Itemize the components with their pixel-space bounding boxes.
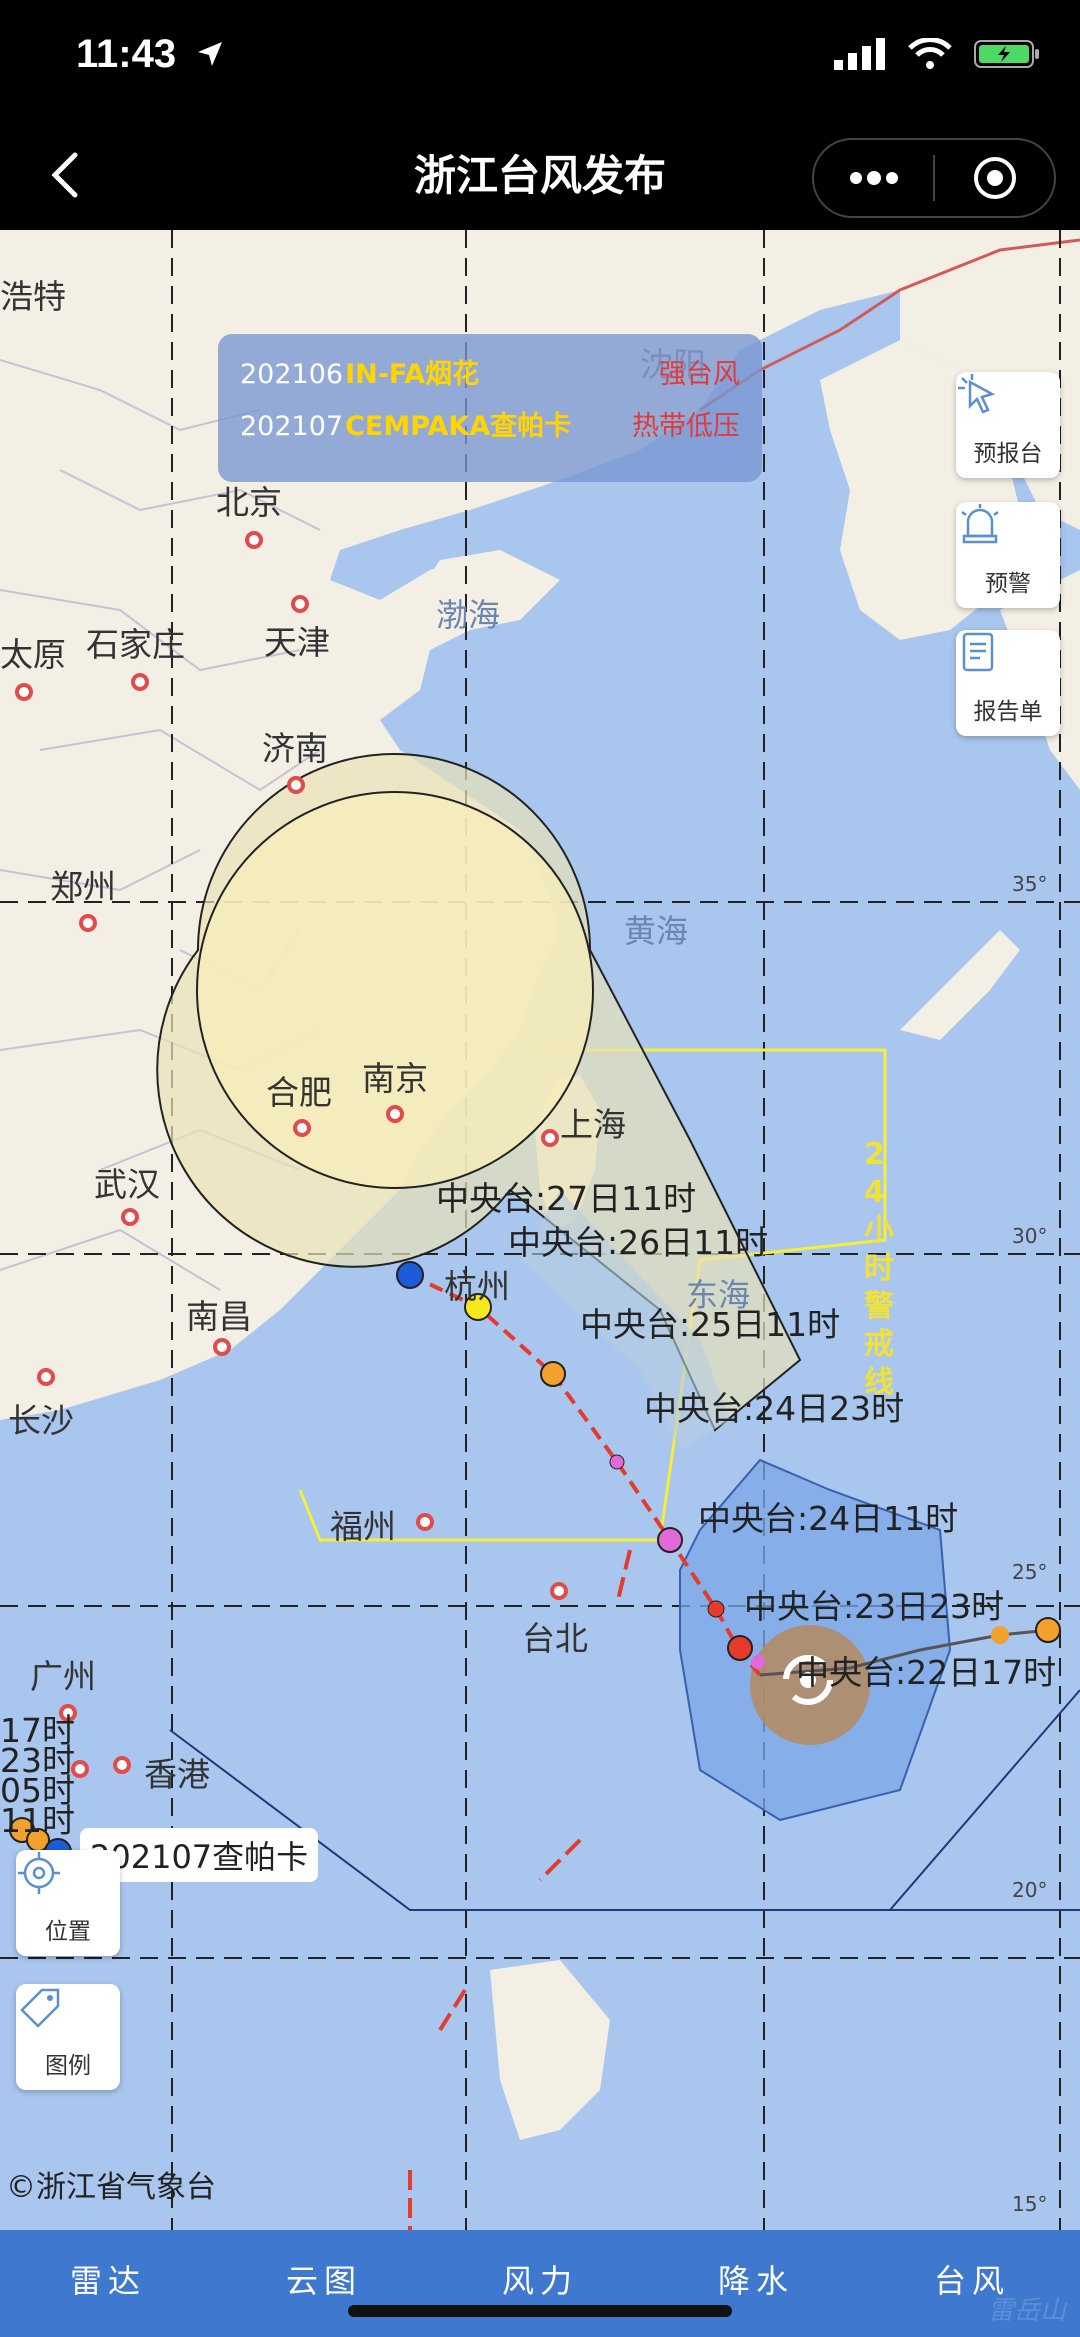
lat-25: 25° xyxy=(1012,1560,1048,1584)
forecast-label-22d17: 中央台:22日17时 xyxy=(796,1653,1057,1692)
typhoon-map[interactable]: 浩特 沈阳 北京 石家庄 天津 太原 济南 郑州 合肥 南京 上海 武汉 杭州 … xyxy=(0,230,1080,2230)
city-tianjin: 天津 xyxy=(264,623,330,662)
location-arrow-icon xyxy=(196,40,224,72)
watermark: 雷岳山 xyxy=(987,2296,1066,2326)
city-hefei: 合肥 xyxy=(266,1073,332,1112)
status-bar: 11:43 xyxy=(0,0,1080,120)
report-station-button[interactable]: 预报台 xyxy=(956,372,1060,478)
city-guangzhou: 广州 xyxy=(30,1657,96,1696)
sea-yellow: 黄海 xyxy=(624,912,689,950)
warning-button[interactable]: 预警 xyxy=(956,502,1060,608)
navigation-bar: 浙江台风发布 xyxy=(0,120,1080,230)
tab-cloud[interactable]: 云图 xyxy=(216,2230,432,2337)
city-fuzhou: 福州 xyxy=(330,1507,396,1546)
signal-icon xyxy=(834,38,886,74)
city-beijing: 北京 xyxy=(216,483,282,522)
city-nanchang: 南昌 xyxy=(186,1297,252,1336)
city-taipei: 台北 xyxy=(522,1619,588,1658)
city-wuhan: 武汉 xyxy=(94,1165,160,1204)
forecast-label-25d11: 中央台:25日11时 xyxy=(580,1305,841,1344)
typhoon-level: 强台风 xyxy=(659,359,740,390)
typhoon-row-cempaka[interactable]: 202107 CEMPAKA查帕卡 热带低压 xyxy=(240,404,740,456)
battery-icon xyxy=(974,38,1040,74)
tab-wind[interactable]: 风力 xyxy=(432,2230,648,2337)
legend-label: 图例 xyxy=(45,2053,91,2079)
wifi-icon xyxy=(908,37,952,74)
warning-label: 预警 xyxy=(985,571,1031,597)
report-sheet-label: 报告单 xyxy=(973,699,1043,725)
miniprogram-capsule xyxy=(812,138,1056,218)
forecast-label-23d23: 中央台:23日23时 xyxy=(744,1587,1005,1626)
typhoon-name: CEMPAKA查帕卡 xyxy=(345,411,572,442)
warning-line-label: 24小时警戒线 xyxy=(864,1137,894,1400)
typhoon-level: 热带低压 xyxy=(632,411,740,442)
more-button[interactable] xyxy=(814,140,933,216)
city-changsha: 长沙 xyxy=(8,1401,74,1440)
forecast-label-27d11: 中央台:27日11时 xyxy=(436,1179,697,1218)
typhoon-name: IN-FA烟花 xyxy=(345,359,480,390)
city-jinan: 济南 xyxy=(262,729,328,768)
sea-bohai: 渤海 xyxy=(436,596,501,634)
city-shanghai: 上海 xyxy=(560,1105,626,1144)
target-circle-icon xyxy=(973,157,1016,199)
forecast-label-26d11: 中央台:26日11时 xyxy=(508,1223,769,1262)
typhoon-row-infa[interactable]: 202106 IN-FA烟花 强台风 xyxy=(240,352,740,404)
ryukyu xyxy=(900,930,1020,1040)
city-taiyuan: 太原 xyxy=(0,635,66,674)
luzon xyxy=(490,1960,610,2140)
lat-30: 30° xyxy=(1012,1224,1048,1248)
status-time: 11:43 xyxy=(76,32,177,76)
city-hohhot: 浩特 xyxy=(0,277,66,316)
more-dots-icon xyxy=(849,171,898,185)
home-indicator[interactable] xyxy=(348,2305,732,2317)
lat-20: 20° xyxy=(1012,1878,1048,1902)
close-miniprogram-button[interactable] xyxy=(935,140,1054,216)
typhoon-id: 202106 xyxy=(240,359,344,390)
typhoon-list-box: 202106 IN-FA烟花 强台风 202107 CEMPAKA查帕卡 热带低… xyxy=(218,334,762,482)
legend-button[interactable]: 图例 xyxy=(16,1984,120,2090)
city-nanjing: 南京 xyxy=(362,1059,428,1098)
locate-label: 位置 xyxy=(45,1919,91,1945)
lat-35: 35° xyxy=(1012,872,1048,896)
bottom-tab-bar: 雷达 云图 风力 降水 台风 xyxy=(0,2230,1080,2337)
report-station-label: 预报台 xyxy=(973,441,1043,467)
forecast-label-24d11: 中央台:24日11时 xyxy=(698,1499,959,1538)
typhoon-id: 202107 xyxy=(240,411,344,442)
city-hongkong: 香港 xyxy=(144,1755,210,1794)
tab-radar[interactable]: 雷达 xyxy=(0,2230,216,2337)
report-sheet-button[interactable]: 报告单 xyxy=(956,630,1060,736)
tab-rain[interactable]: 降水 xyxy=(648,2230,864,2337)
city-shijiazhuang: 石家庄 xyxy=(86,625,185,664)
forecast-label-24d23: 中央台:24日23时 xyxy=(644,1389,905,1428)
city-hangzhou: 杭州 xyxy=(444,1267,510,1306)
lat-15: 15° xyxy=(1012,2192,1048,2216)
map-credit: ©浙江省气象台 xyxy=(6,2170,216,2205)
cempaka-time-11: 11时 xyxy=(0,1801,75,1840)
locate-button[interactable]: 位置 xyxy=(16,1850,120,1956)
city-zhengzhou: 郑州 xyxy=(50,867,116,906)
